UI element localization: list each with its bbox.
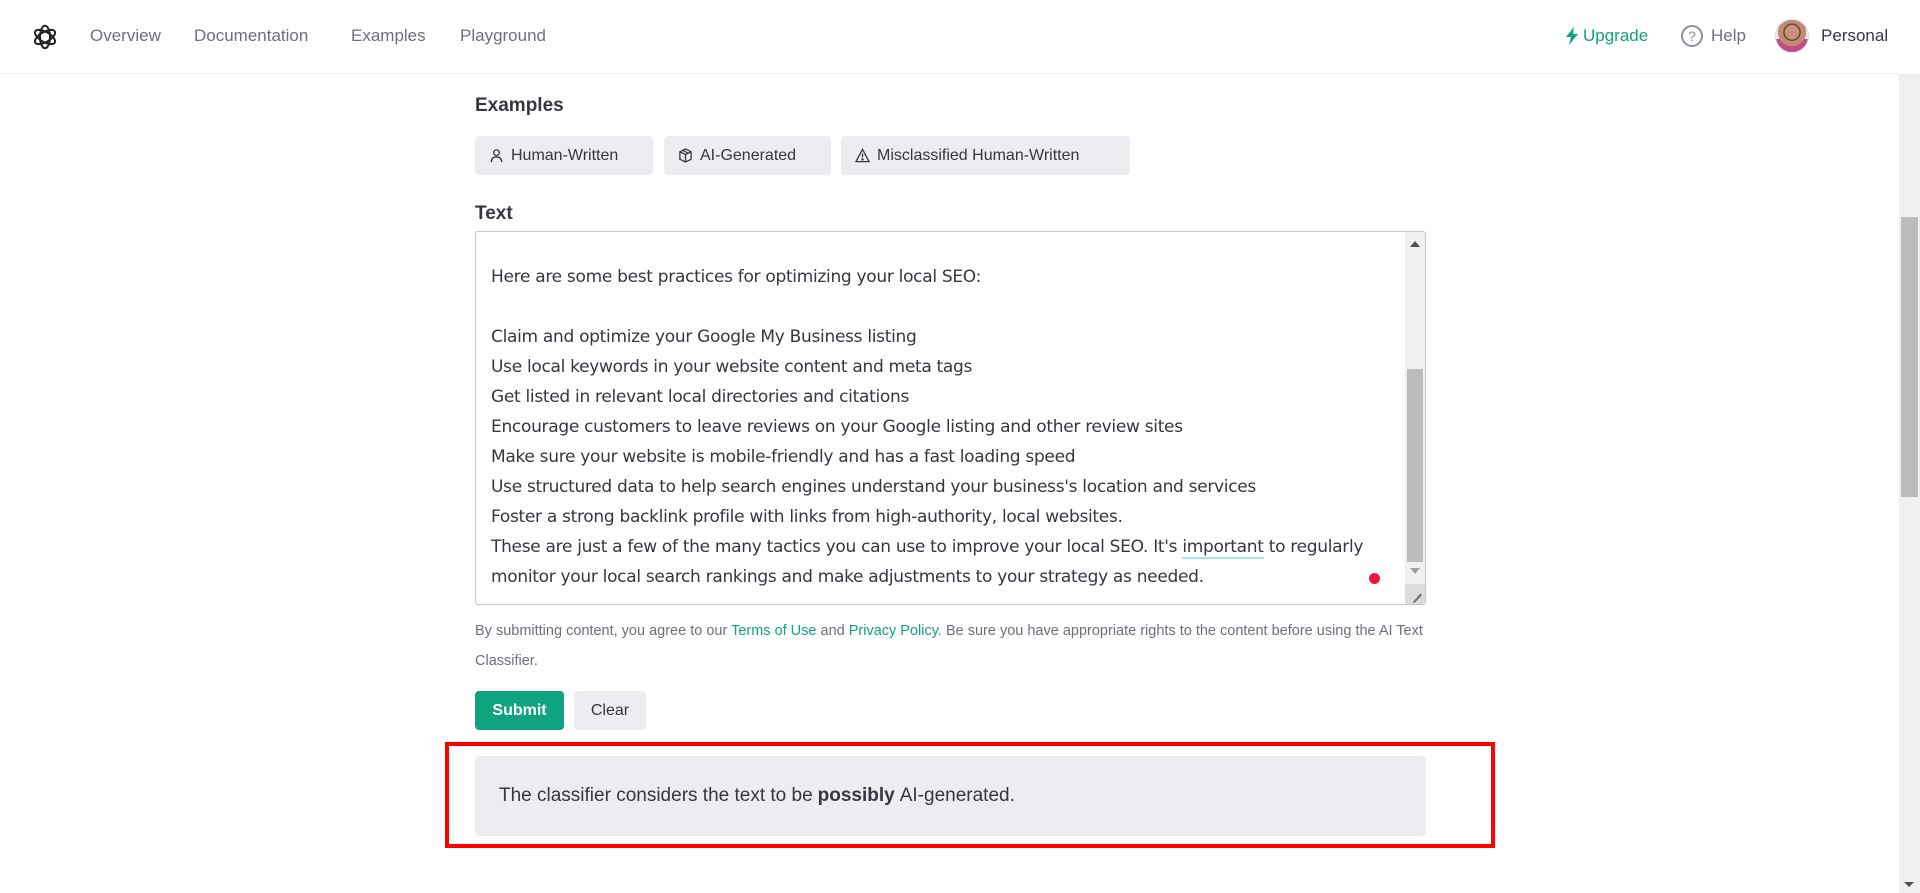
privacy-policy-link[interactable]: Privacy Policy xyxy=(849,623,938,639)
resize-handle-icon[interactable] xyxy=(1405,584,1425,604)
recording-dot-icon xyxy=(1369,573,1380,584)
text-line: Get listed in relevant local directories… xyxy=(491,387,910,407)
help-label: Help xyxy=(1711,26,1746,45)
scroll-up-arrow-icon[interactable] xyxy=(1410,241,1420,247)
text-line xyxy=(491,292,1391,322)
person-icon xyxy=(490,149,503,163)
spellcheck-highlight[interactable]: important xyxy=(1182,537,1264,559)
submit-button[interactable]: Submit xyxy=(475,691,564,730)
disclaimer-segment: By submitting content, you agree to our xyxy=(475,623,732,639)
text-line: Encourage customers to leave reviews on … xyxy=(491,417,1183,437)
account-menu[interactable]: Personal xyxy=(1775,19,1888,53)
classification-result: The classifier considers the text to be … xyxy=(475,756,1426,836)
terms-of-use-link[interactable]: Terms of Use xyxy=(731,623,816,639)
warning-icon xyxy=(855,148,870,163)
example-label: AI-Generated xyxy=(700,146,797,164)
example-label: Misclassified Human-Written xyxy=(877,146,1080,164)
result-prefix: The classifier considers the text to be xyxy=(499,785,813,806)
help-link[interactable]: ? Help xyxy=(1681,25,1746,47)
account-label: Personal xyxy=(1821,26,1889,45)
examples-heading: Examples xyxy=(475,95,564,116)
text-input-area[interactable]: Here are some best practices for optimiz… xyxy=(475,231,1426,605)
avatar xyxy=(1775,19,1809,53)
lightning-icon xyxy=(1566,27,1578,45)
textarea-scrollbar-thumb[interactable] xyxy=(1407,369,1423,562)
clear-button[interactable]: Clear xyxy=(574,691,646,730)
text-line: Here are some best practices for optimiz… xyxy=(491,267,982,287)
nav-playground[interactable]: Playground xyxy=(460,26,546,46)
scroll-down-arrow-icon[interactable] xyxy=(1410,568,1420,574)
scroll-down-arrow-icon[interactable] xyxy=(1904,882,1914,887)
text-line: Foster a strong backlink profile with li… xyxy=(491,507,1123,527)
example-human-written-button[interactable]: Human-Written xyxy=(475,136,653,175)
result-emphasis: possibly xyxy=(817,785,895,806)
disclaimer-text: By submitting content, you agree to our … xyxy=(475,616,1435,676)
page-scrollbar-thumb[interactable] xyxy=(1901,217,1918,497)
upgrade-link[interactable]: Upgrade xyxy=(1565,26,1648,46)
example-label: Human-Written xyxy=(511,146,619,164)
upgrade-label: Upgrade xyxy=(1583,26,1649,45)
nav-examples[interactable]: Examples xyxy=(351,26,426,46)
text-segment: These are just a few of the many tactics… xyxy=(491,537,1183,557)
nav-documentation[interactable]: Documentation xyxy=(194,26,308,46)
text-line: Make sure your website is mobile-friendl… xyxy=(491,447,1076,467)
help-circle-icon: ? xyxy=(1681,25,1703,47)
disclaimer-segment: and xyxy=(816,623,849,639)
example-misclassified-button[interactable]: Misclassified Human-Written xyxy=(841,136,1130,175)
text-last-paragraph: These are just a few of the many tactics… xyxy=(491,532,1391,592)
result-suffix: AI-generated. xyxy=(899,785,1015,806)
page-scrollbar[interactable] xyxy=(1899,74,1920,893)
text-heading: Text xyxy=(475,203,513,224)
top-nav-bar: Overview Documentation Examples Playgrou… xyxy=(0,0,1899,74)
text-line: Use structured data to help search engin… xyxy=(491,477,1256,497)
nav-overview[interactable]: Overview xyxy=(90,26,161,46)
text-line: Use local keywords in your website conte… xyxy=(491,357,973,377)
cube-icon xyxy=(679,148,692,163)
example-ai-generated-button[interactable]: AI-Generated xyxy=(664,136,831,175)
openai-logo-icon[interactable] xyxy=(30,22,60,52)
textarea-scrollbar[interactable] xyxy=(1405,232,1425,604)
text-input-content[interactable]: Here are some best practices for optimiz… xyxy=(491,262,1391,592)
text-line: Claim and optimize your Google My Busine… xyxy=(491,327,917,347)
